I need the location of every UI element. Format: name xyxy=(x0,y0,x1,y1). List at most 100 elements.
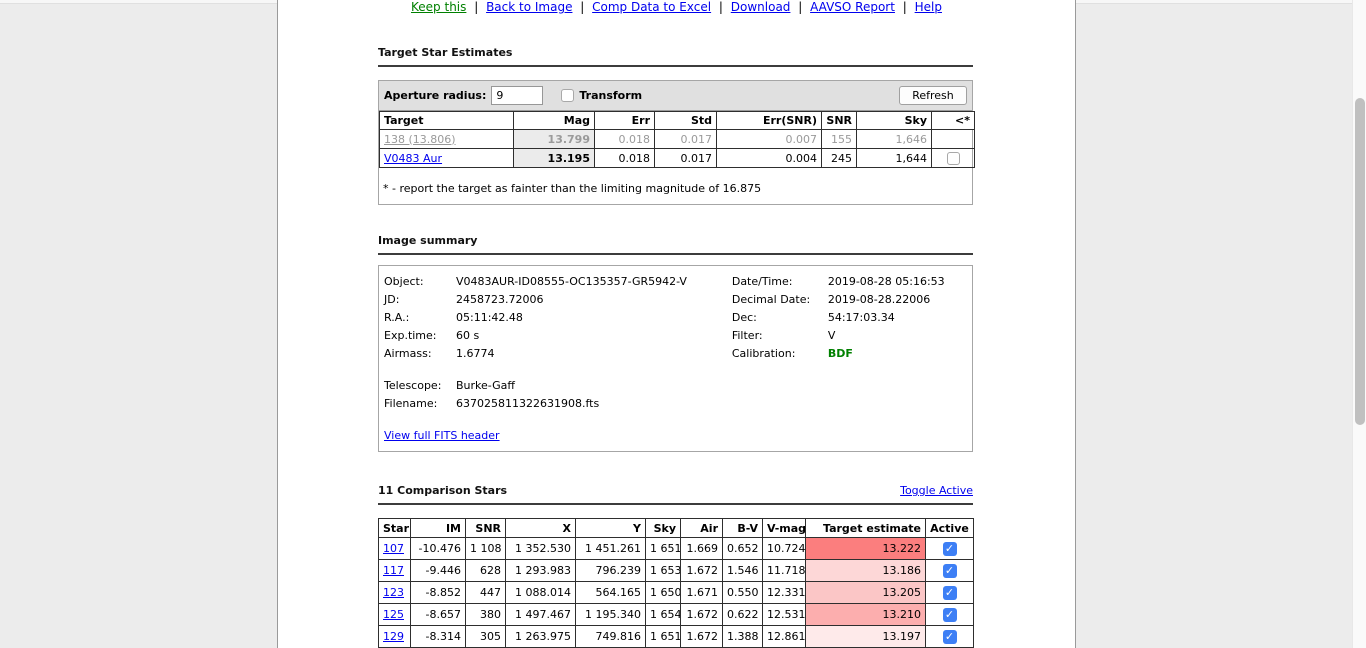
summary-field-row: R.A.:05:11:42.48 xyxy=(384,309,732,327)
active-checkbox[interactable]: ✓ xyxy=(943,564,957,578)
divider xyxy=(378,253,973,255)
star-link[interactable]: 117 xyxy=(383,564,404,577)
sky-cell: 1,644 xyxy=(857,149,932,168)
comparison-col-header: Air xyxy=(681,519,723,538)
y-cell: 564.165 xyxy=(576,582,646,604)
x-cell: 1 293.983 xyxy=(506,560,576,582)
comparison-col-header: IM xyxy=(411,519,466,538)
star-link[interactable]: 123 xyxy=(383,586,404,599)
summary-field-value: 1.6774 xyxy=(456,345,495,363)
active-cell: ✓ xyxy=(926,626,974,648)
vmag-cell: 12.331 xyxy=(763,582,806,604)
comparison-col-header: SNR xyxy=(466,519,506,538)
star-link[interactable]: 129 xyxy=(383,630,404,643)
comparison-star-row: 123-8.8524471 088.014564.1651 6501.6710.… xyxy=(379,582,974,604)
summary-field-label: Filter: xyxy=(732,327,828,345)
x-cell: 1 088.014 xyxy=(506,582,576,604)
air-cell: 1.672 xyxy=(681,560,723,582)
target-estimate-cell: 13.186 xyxy=(806,560,926,582)
image-summary-left-fields: Object:V0483AUR-ID08555-OC135357-GR5942-… xyxy=(384,273,732,413)
err-cell: 0.018 xyxy=(595,130,655,149)
sky-cell: 1 650 xyxy=(646,582,681,604)
star-link[interactable]: 107 xyxy=(383,542,404,555)
view-fits-header-link[interactable]: View full FITS header xyxy=(384,427,500,445)
bv-cell: 1.388 xyxy=(723,626,763,648)
aperture-radius-input[interactable] xyxy=(491,86,543,105)
target-col-header: <* xyxy=(932,112,975,130)
active-checkbox[interactable]: ✓ xyxy=(943,630,957,644)
comparison-star-row: 129-8.3143051 263.975749.8161 6511.6721.… xyxy=(379,626,974,648)
image-summary-box: Object:V0483AUR-ID08555-OC135357-GR5942-… xyxy=(378,265,973,452)
target-estimates-title: Target Star Estimates xyxy=(378,46,973,59)
target-col-header: SNR xyxy=(822,112,857,130)
bv-cell: 0.652 xyxy=(723,538,763,560)
sky-cell: 1,646 xyxy=(857,130,932,149)
summary-field-value: Burke-Gaff xyxy=(456,377,515,395)
snr-cell: 447 xyxy=(466,582,506,604)
nav-separator: | xyxy=(576,0,588,14)
target-star-link[interactable]: V0483 Aur xyxy=(384,152,442,165)
bv-cell: 1.546 xyxy=(723,560,763,582)
comparison-col-header: Star xyxy=(379,519,411,538)
nav-link-keep-this[interactable]: Keep this xyxy=(411,0,466,14)
summary-field-row: Calibration:BDF xyxy=(732,345,967,363)
vmag-cell: 12.531 xyxy=(763,604,806,626)
target-col-header: Err xyxy=(595,112,655,130)
y-cell: 1 195.340 xyxy=(576,604,646,626)
sky-cell: 1 651 xyxy=(646,626,681,648)
nav-link-download[interactable]: Download xyxy=(731,0,791,14)
nav-separator: | xyxy=(899,0,911,14)
nav-link-aavso-report[interactable]: AAVSO Report xyxy=(810,0,895,14)
comparison-stars-title: 11 Comparison Stars xyxy=(378,484,507,497)
im-cell: -8.657 xyxy=(411,604,466,626)
star-id-cell: 123 xyxy=(379,582,411,604)
target-col-header: Err(SNR) xyxy=(717,112,822,130)
image-summary-right-fields: Date/Time:2019-08-28 05:16:53Decimal Dat… xyxy=(732,273,967,413)
x-cell: 1 352.530 xyxy=(506,538,576,560)
air-cell: 1.672 xyxy=(681,604,723,626)
scrollbar-thumb[interactable] xyxy=(1355,98,1365,425)
summary-field-label: JD: xyxy=(384,291,456,309)
star-link[interactable]: 125 xyxy=(383,608,404,621)
transform-checkbox[interactable] xyxy=(561,89,574,102)
refresh-button[interactable]: Refresh xyxy=(899,86,967,105)
target-star-link[interactable]: 138 (13.806) xyxy=(384,133,456,146)
active-cell: ✓ xyxy=(926,582,974,604)
aperture-toolbar: Aperture radius: Transform Refresh xyxy=(379,81,972,111)
active-checkbox[interactable]: ✓ xyxy=(943,586,957,600)
vertical-scrollbar[interactable] xyxy=(1352,0,1366,648)
air-cell: 1.669 xyxy=(681,538,723,560)
nav-separator: | xyxy=(794,0,806,14)
nav-link-back-to-image[interactable]: Back to Image xyxy=(486,0,572,14)
toggle-active-link[interactable]: Toggle Active xyxy=(900,484,973,497)
air-cell: 1.672 xyxy=(681,626,723,648)
summary-field-label: Object: xyxy=(384,273,456,291)
target-col-header: Std xyxy=(655,112,717,130)
snr-cell: 380 xyxy=(466,604,506,626)
active-checkbox[interactable]: ✓ xyxy=(943,608,957,622)
target-table-row: V0483 Aur13.1950.0180.0170.0042451,644 xyxy=(380,149,975,168)
summary-field-row: Telescope:Burke-Gaff xyxy=(384,377,732,395)
vmag-cell: 11.718 xyxy=(763,560,806,582)
summary-field-label: Airmass: xyxy=(384,345,456,363)
sky-cell: 1 651 xyxy=(646,538,681,560)
page-content: Keep this | Back to Image | Comp Data to… xyxy=(277,0,1076,648)
nav-separator: | xyxy=(715,0,727,14)
active-checkbox[interactable]: ✓ xyxy=(943,542,957,556)
summary-field-row: Decimal Date:2019-08-28.22006 xyxy=(732,291,967,309)
summary-field-value: 637025811322631908.fts xyxy=(456,395,599,413)
target-name-cell: 138 (13.806) xyxy=(380,130,514,149)
target-table-header-row: TargetMagErrStdErr(SNR)SNRSky<* xyxy=(380,112,975,130)
target-col-header: Mag xyxy=(514,112,595,130)
nav-link-help[interactable]: Help xyxy=(915,0,942,14)
std-cell: 0.017 xyxy=(655,130,717,149)
comparison-star-row: 125-8.6573801 497.4671 195.3401 6541.672… xyxy=(379,604,974,626)
im-cell: -10.476 xyxy=(411,538,466,560)
target-estimate-cell: 13.222 xyxy=(806,538,926,560)
active-cell: ✓ xyxy=(926,604,974,626)
nav-link-comp-data-to-excel[interactable]: Comp Data to Excel xyxy=(592,0,711,14)
snr-cell: 245 xyxy=(822,149,857,168)
fainter-checkbox[interactable] xyxy=(947,152,960,165)
comparison-table-header-row: StarIMSNRXYSkyAirB-VV-magTarget estimate… xyxy=(379,519,974,538)
comparison-star-row: 107-10.4761 1081 352.5301 451.2611 6511.… xyxy=(379,538,974,560)
